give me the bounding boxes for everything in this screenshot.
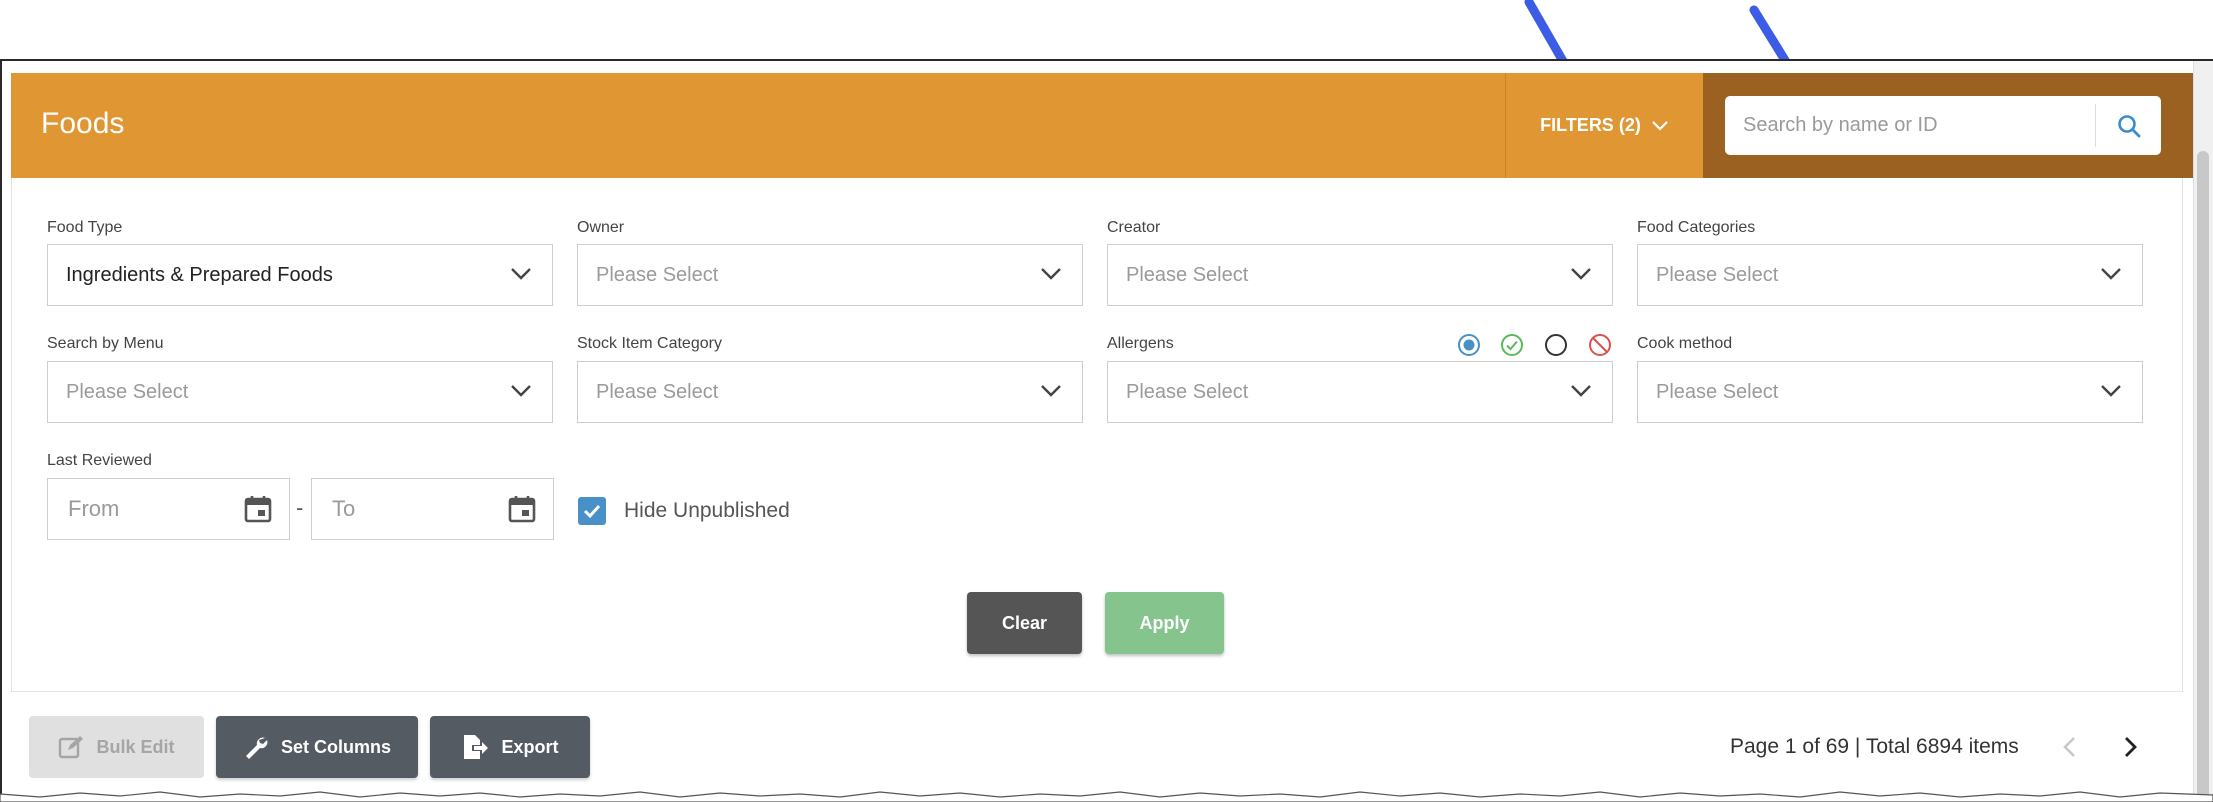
scrollbar-thumb[interactable]	[2197, 151, 2209, 802]
date-to-placeholder: To	[332, 496, 356, 521]
edit-icon	[59, 736, 84, 759]
bulk-edit-label: Bulk Edit	[96, 736, 175, 757]
food-categories-placeholder: Please Select	[1656, 263, 1779, 286]
radio-selected-icon[interactable]	[1457, 333, 1481, 357]
wrench-icon	[245, 737, 268, 759]
set-columns-button[interactable]: Set Columns	[216, 716, 418, 778]
scrollbar[interactable]	[2193, 61, 2213, 802]
search-icon	[2117, 114, 2140, 137]
date-from-placeholder: From	[68, 496, 120, 521]
chevron-down-icon	[1041, 385, 1061, 397]
filters-toggle-button[interactable]: FILTERS (2)	[1505, 73, 1703, 178]
allergens-select[interactable]: Please Select	[1107, 361, 1613, 423]
apply-button[interactable]: Apply	[1105, 592, 1224, 654]
chevron-down-icon	[511, 268, 531, 280]
food-type-value: Ingredients & Prepared Foods	[66, 263, 333, 286]
allergens-label: Allergens	[1107, 335, 1174, 352]
stock-item-category-select[interactable]: Please Select	[577, 361, 1083, 423]
export-file-icon	[464, 735, 489, 759]
chevron-down-icon	[1571, 268, 1591, 280]
cook-method-select[interactable]: Please Select	[1637, 361, 2143, 423]
stock-item-category-label: Stock Item Category	[577, 335, 722, 352]
allergens-placeholder: Please Select	[1126, 380, 1249, 403]
creator-placeholder: Please Select	[1126, 263, 1249, 286]
chevron-down-icon	[1652, 120, 1668, 131]
date-to-input[interactable]: To	[311, 478, 554, 540]
date-from-input[interactable]: From	[47, 478, 290, 540]
search-input[interactable]	[1725, 96, 2095, 155]
food-type-label: Food Type	[47, 219, 123, 236]
chevron-down-icon	[2101, 385, 2121, 397]
search-button[interactable]	[2095, 104, 2161, 147]
chevron-down-icon	[1571, 385, 1591, 397]
page-header: Foods FILTERS (2)	[11, 73, 2193, 178]
calendar-icon[interactable]	[507, 494, 537, 524]
empty-circle-icon[interactable]	[1544, 333, 1568, 357]
check-circle-icon[interactable]	[1500, 333, 1524, 357]
export-button[interactable]: Export	[430, 716, 590, 778]
owner-label: Owner	[577, 219, 625, 236]
chevron-down-icon	[511, 385, 531, 397]
food-categories-label: Food Categories	[1637, 219, 1756, 236]
hide-unpublished-checkbox[interactable]	[578, 497, 606, 525]
chevron-right-icon[interactable]	[2120, 735, 2140, 759]
page-title: Foods	[41, 107, 125, 140]
food-categories-select[interactable]: Please Select	[1637, 244, 2143, 306]
search-by-menu-label: Search by Menu	[47, 335, 164, 352]
torn-edge-divider	[0, 791, 2213, 802]
food-type-select[interactable]: Ingredients & Prepared Foods	[47, 244, 553, 306]
checkmark-icon	[583, 504, 601, 519]
owner-select[interactable]: Please Select	[577, 244, 1083, 306]
filters-toggle-label: FILTERS (2)	[1540, 115, 1641, 135]
prohibited-icon[interactable]	[1588, 333, 1612, 357]
search-by-menu-select[interactable]: Please Select	[47, 361, 553, 423]
calendar-icon[interactable]	[243, 494, 273, 524]
cook-method-label: Cook method	[1637, 335, 1733, 352]
last-reviewed-label: Last Reviewed	[47, 452, 152, 469]
clear-button[interactable]: Clear	[967, 592, 1082, 654]
set-columns-label: Set Columns	[280, 736, 391, 757]
search-by-menu-placeholder: Please Select	[66, 380, 189, 403]
chevron-down-icon	[1041, 268, 1061, 280]
pagination-summary: Page 1 of 69 | Total 6894 items	[1730, 735, 2019, 758]
stock-item-category-placeholder: Please Select	[596, 380, 719, 403]
bulk-edit-button[interactable]: Bulk Edit	[29, 716, 204, 778]
chevron-down-icon	[2101, 268, 2121, 280]
hide-unpublished-label[interactable]: Hide Unpublished	[624, 499, 790, 523]
creator-label: Creator	[1107, 219, 1161, 236]
chevron-left-icon[interactable]	[2060, 735, 2080, 759]
creator-select[interactable]: Please Select	[1107, 244, 1613, 306]
search-box	[1725, 96, 2161, 155]
cook-method-placeholder: Please Select	[1656, 380, 1779, 403]
search-panel	[1703, 73, 2193, 178]
date-range-separator: -	[296, 495, 304, 520]
owner-placeholder: Please Select	[596, 263, 719, 286]
export-label: Export	[501, 736, 559, 757]
